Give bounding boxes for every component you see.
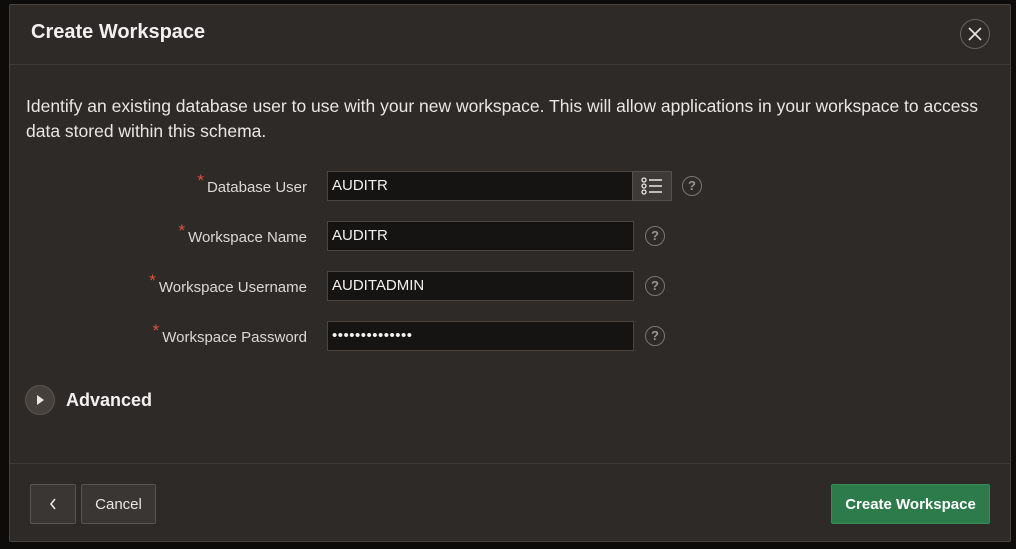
database-user-lov-button[interactable]	[632, 171, 672, 201]
help-icon[interactable]: ?	[645, 326, 665, 346]
help-icon[interactable]: ?	[645, 226, 665, 246]
database-user-label: Database User	[206, 179, 307, 196]
required-marker: *	[197, 171, 204, 190]
workspace-password-field[interactable]: ••••••••••••••	[327, 321, 634, 351]
intro-text: Identify an existing database user to us…	[26, 96, 978, 141]
database-user-field[interactable]: AUDITR	[327, 171, 633, 201]
workspace-username-label: Workspace Username	[158, 279, 307, 296]
back-button[interactable]	[30, 484, 76, 524]
workspace-username-field[interactable]: AUDITADMIN	[327, 271, 634, 301]
workspace-password-label-wrap: * Workspace Password	[10, 321, 307, 351]
dialog-title: Create Workspace	[31, 21, 206, 43]
expand-toggle-button[interactable]	[25, 385, 55, 415]
workspace-username-label-wrap: * Workspace Username	[10, 271, 307, 301]
advanced-region-toggle[interactable]: Advanced	[25, 385, 152, 415]
create-workspace-button[interactable]: Create Workspace	[831, 484, 990, 524]
advanced-label: Advanced	[66, 389, 153, 410]
close-icon	[968, 27, 982, 41]
help-icon[interactable]: ?	[645, 276, 665, 296]
help-icon[interactable]: ?	[682, 176, 702, 196]
dialog-header: Create Workspace	[10, 5, 1010, 65]
workspace-name-field[interactable]: AUDITR	[327, 221, 634, 251]
database-user-label-wrap: * Database User	[10, 171, 307, 201]
list-icon	[641, 177, 662, 195]
workspace-name-label-wrap: * Workspace Name	[10, 221, 307, 251]
dialog-footer: Cancel Create Workspace	[10, 463, 1010, 541]
workspace-password-label: Workspace Password	[162, 329, 307, 346]
chevron-left-icon	[49, 498, 56, 510]
required-marker: *	[149, 271, 156, 290]
cancel-button[interactable]: Cancel	[81, 484, 156, 524]
required-marker: *	[178, 221, 186, 240]
close-button[interactable]	[960, 19, 990, 49]
play-triangle-icon	[37, 395, 44, 405]
workspace-name-label: Workspace Name	[188, 229, 307, 246]
create-workspace-dialog: Create Workspace Identify an existing da…	[9, 4, 1011, 542]
required-marker: *	[152, 321, 160, 340]
